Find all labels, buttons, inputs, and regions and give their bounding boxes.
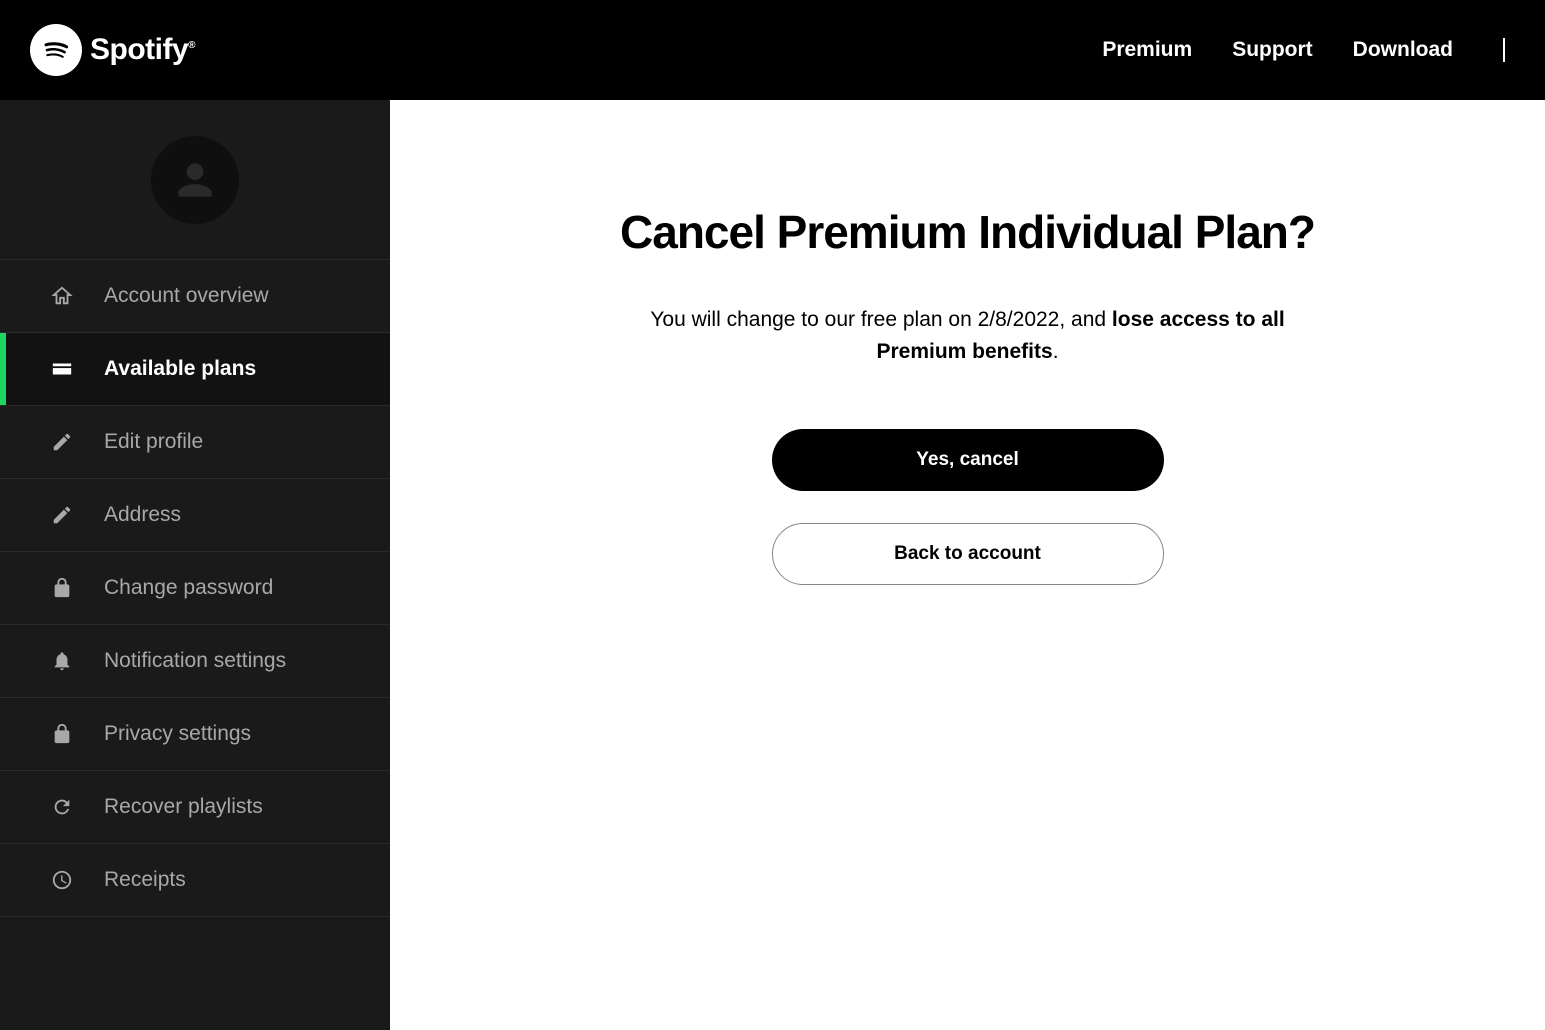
header-nav: Premium Support Download [1102,38,1505,62]
avatar-section [0,100,390,260]
sidebar: Account overview Available plans Edit pr… [0,100,390,1030]
refresh-icon [50,795,74,819]
sidebar-item-available-plans[interactable]: Available plans [0,333,390,406]
header-divider [1503,38,1505,62]
sidebar-item-notification-settings[interactable]: Notification settings [0,625,390,698]
card-icon [50,357,74,381]
sidebar-item-label: Recover playlists [104,795,263,819]
home-icon [50,284,74,308]
pencil-icon [50,430,74,454]
page-title: Cancel Premium Individual Plan? [620,205,1315,259]
sidebar-item-label: Account overview [104,284,269,308]
lock-icon [50,576,74,600]
button-group: Yes, cancel Back to account [772,429,1164,585]
clock-icon [50,868,74,892]
page-description: You will change to our free plan on 2/8/… [618,304,1318,367]
sidebar-item-label: Notification settings [104,649,286,673]
pencil-icon [50,503,74,527]
sidebar-item-recover-playlists[interactable]: Recover playlists [0,771,390,844]
sidebar-item-label: Receipts [104,868,186,892]
sidebar-item-edit-profile[interactable]: Edit profile [0,406,390,479]
lock-icon [50,722,74,746]
sidebar-item-label: Available plans [104,357,256,381]
nav-download[interactable]: Download [1353,38,1453,62]
sidebar-item-address[interactable]: Address [0,479,390,552]
back-to-account-button[interactable]: Back to account [772,523,1164,585]
avatar [151,136,239,224]
header: Spotify® Premium Support Download [0,0,1545,100]
spotify-logo-icon [30,24,82,76]
nav-support[interactable]: Support [1232,38,1312,62]
main-content: Cancel Premium Individual Plan? You will… [390,100,1545,1030]
sidebar-item-receipts[interactable]: Receipts [0,844,390,917]
sidebar-item-label: Privacy settings [104,722,251,746]
sidebar-item-account-overview[interactable]: Account overview [0,260,390,333]
spotify-logo[interactable]: Spotify® [30,24,195,76]
sidebar-item-privacy-settings[interactable]: Privacy settings [0,698,390,771]
confirm-cancel-button[interactable]: Yes, cancel [772,429,1164,491]
sidebar-item-label: Change password [104,576,273,600]
bell-icon [50,649,74,673]
nav-premium[interactable]: Premium [1102,38,1192,62]
sidebar-item-label: Address [104,503,181,527]
sidebar-item-change-password[interactable]: Change password [0,552,390,625]
sidebar-item-label: Edit profile [104,430,203,454]
spotify-logo-text: Spotify® [90,33,195,67]
